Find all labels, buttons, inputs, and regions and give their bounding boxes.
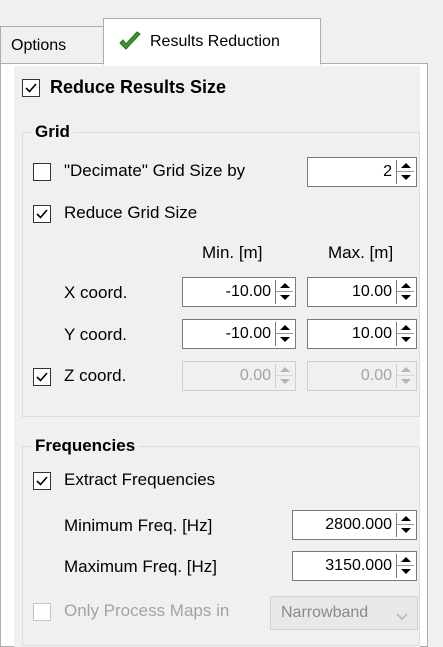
panel-content: Reduce Results Size Grid "Decimate" Grid… <box>0 63 428 647</box>
x-coord-label: X coord. <box>64 283 128 302</box>
z-min-spinner-buttons <box>275 364 293 388</box>
y-max-spinner-buttons <box>396 322 414 346</box>
x-min-value: -10.00 <box>225 283 271 300</box>
extract-frequencies-checkbox[interactable] <box>33 472 51 490</box>
only-process-maps-checkbox <box>33 603 51 621</box>
z-max-spinner: 0.00 <box>307 361 417 391</box>
minimum-freq-spinner[interactable]: 2800.000 <box>292 510 417 540</box>
arrow-up-icon <box>401 283 411 288</box>
x-max-up-button[interactable] <box>397 280 414 292</box>
tab-options-label: Options <box>11 36 67 54</box>
band-select: Narrowband <box>270 596 418 630</box>
decimate-spinner-buttons <box>396 160 414 184</box>
minimum-freq-down-button[interactable] <box>397 525 414 537</box>
arrow-up-icon <box>401 516 411 521</box>
x-max-spinner[interactable]: 10.00 <box>307 277 417 307</box>
maximum-freq-spinner[interactable]: 3150.000 <box>292 551 417 581</box>
z-coord-checkbox[interactable] <box>33 368 51 386</box>
arrow-up-icon <box>280 283 290 288</box>
tab-results-reduction[interactable]: Results Reduction <box>103 18 321 65</box>
min-column-header: Min. [m] <box>202 243 263 262</box>
decimate-factor-spinner[interactable]: 2 <box>307 157 417 187</box>
tab-options[interactable]: Options <box>0 26 104 64</box>
y-min-down-button[interactable] <box>276 334 293 346</box>
z-max-spinner-buttons <box>396 364 414 388</box>
reduce-results-size-label: Reduce Results Size <box>50 77 227 97</box>
decimate-label: "Decimate" Grid Size by <box>64 161 246 180</box>
arrow-up-icon <box>401 325 411 330</box>
z-coord-label: Z coord. <box>64 366 127 385</box>
arrow-down-icon <box>401 175 411 180</box>
minimum-freq-spinner-buttons <box>396 513 414 537</box>
tab-results-reduction-label: Results Reduction <box>150 32 280 50</box>
maximum-freq-up-button[interactable] <box>397 554 414 566</box>
reduce-grid-size-checkbox[interactable] <box>33 205 51 223</box>
z-max-up-button <box>397 364 414 376</box>
arrow-down-icon <box>280 379 290 384</box>
decimate-down-button[interactable] <box>397 172 414 184</box>
arrow-up-icon <box>280 325 290 330</box>
arrow-down-icon <box>401 379 411 384</box>
z-min-spinner: 0.00 <box>182 361 296 391</box>
z-max-value: 0.00 <box>360 367 392 384</box>
y-max-up-button[interactable] <box>397 322 414 334</box>
y-min-value: -10.00 <box>225 325 271 342</box>
arrow-down-icon <box>280 295 290 300</box>
grid-group-title: Grid <box>32 122 73 142</box>
arrow-down-icon <box>401 528 411 533</box>
maximum-freq-label: Maximum Freq. [Hz] <box>64 557 218 576</box>
x-min-up-button[interactable] <box>276 280 293 292</box>
arrow-up-icon <box>280 367 290 372</box>
y-min-spinner[interactable]: -10.00 <box>182 319 296 349</box>
y-max-spinner[interactable]: 10.00 <box>307 319 417 349</box>
z-min-up-button <box>276 364 293 376</box>
z-min-value: 0.00 <box>239 367 271 384</box>
arrow-down-icon <box>401 337 411 342</box>
minimum-freq-up-button[interactable] <box>397 513 414 525</box>
only-process-maps-label: Only Process Maps in <box>64 601 230 620</box>
arrow-up-icon <box>401 557 411 562</box>
maximum-freq-value: 3150.000 <box>325 557 392 574</box>
x-min-spinner[interactable]: -10.00 <box>182 277 296 307</box>
minimum-freq-label: Minimum Freq. [Hz] <box>64 516 213 535</box>
minimum-freq-value: 2800.000 <box>325 516 392 533</box>
arrow-down-icon <box>280 337 290 342</box>
y-coord-label: Y coord. <box>64 325 128 344</box>
decimate-up-button[interactable] <box>397 160 414 172</box>
decimate-factor-value: 2 <box>383 163 392 180</box>
arrow-up-icon <box>401 367 411 372</box>
y-min-up-button[interactable] <box>276 322 293 334</box>
reduce-results-size-checkbox[interactable] <box>22 79 40 97</box>
chevron-down-icon <box>395 606 409 626</box>
x-max-down-button[interactable] <box>397 292 414 304</box>
arrow-down-icon <box>401 569 411 574</box>
max-column-header: Max. [m] <box>328 243 394 262</box>
x-min-down-button[interactable] <box>276 292 293 304</box>
maximum-freq-spinner-buttons <box>396 554 414 578</box>
arrow-down-icon <box>401 295 411 300</box>
x-max-value: 10.00 <box>351 283 392 300</box>
frequencies-group-title: Frequencies <box>32 436 139 456</box>
reduce-grid-size-label: Reduce Grid Size <box>64 203 198 222</box>
y-max-down-button[interactable] <box>397 334 414 346</box>
y-max-value: 10.00 <box>351 325 392 342</box>
z-min-down-button <box>276 376 293 388</box>
band-select-value: Narrowband <box>281 604 369 621</box>
z-max-down-button <box>397 376 414 388</box>
maximum-freq-down-button[interactable] <box>397 566 414 578</box>
y-min-spinner-buttons <box>275 322 293 346</box>
arrow-up-icon <box>401 163 411 168</box>
checkmark-icon <box>118 30 142 53</box>
x-min-spinner-buttons <box>275 280 293 304</box>
extract-frequencies-label: Extract Frequencies <box>64 470 216 489</box>
decimate-checkbox[interactable] <box>33 163 51 181</box>
x-max-spinner-buttons <box>396 280 414 304</box>
